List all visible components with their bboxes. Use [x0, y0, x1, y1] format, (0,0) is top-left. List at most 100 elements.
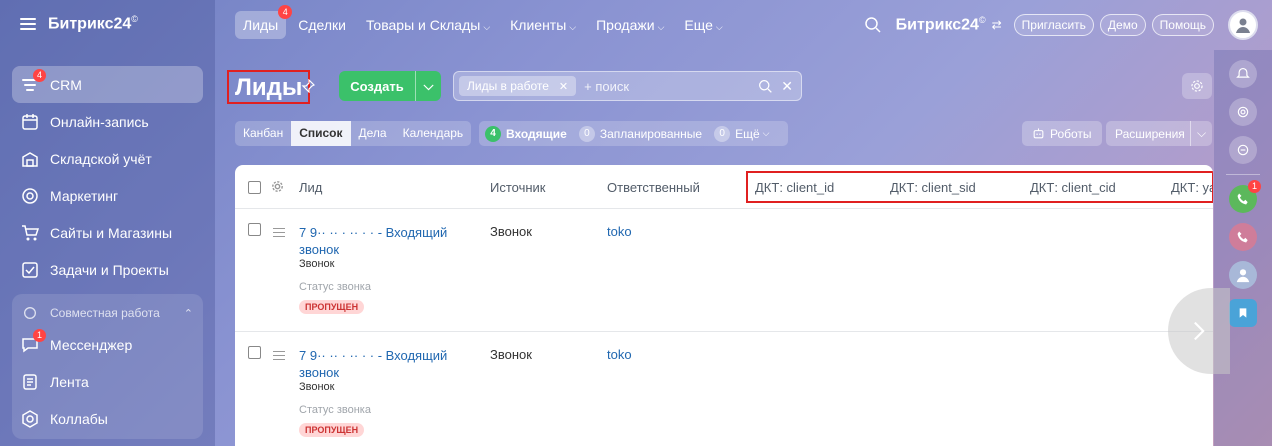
drag-handle-icon[interactable] [273, 228, 285, 237]
sidebar-item-label: CRM [50, 76, 82, 93]
top-right: Битрикс24© ⇄ Пригласить Демо Помощь [864, 0, 1272, 50]
lead-title-line1: 7 9·· ·· · ·· · · - Входящий [299, 348, 448, 363]
row-checkbox[interactable] [248, 346, 261, 359]
highlight-box [746, 171, 1213, 203]
column-header-source[interactable]: Источник [490, 180, 546, 195]
page-title: Лиды [227, 70, 311, 104]
menu-icon[interactable] [20, 18, 36, 30]
column-header-lead[interactable]: Лид [299, 180, 322, 195]
tab-sales[interactable]: Продажи ⌵ [588, 11, 672, 39]
sidebar-item-marketing[interactable]: Маркетинг [12, 177, 203, 214]
chevron-right-icon [1194, 321, 1205, 341]
calendar-icon [20, 112, 40, 132]
sidebar-item-collabs[interactable]: Коллабы [12, 400, 203, 437]
search-input[interactable] [584, 78, 745, 94]
counter-incoming[interactable]: 4 Входящие [485, 125, 567, 142]
bell-icon [1236, 67, 1250, 78]
invite-button[interactable]: Пригласить [1013, 14, 1094, 36]
extensions-dropdown[interactable]: ⌵ [1190, 121, 1212, 146]
counter-more[interactable]: 0 Ещё ⌵ [714, 125, 770, 142]
view-switcher: Канбан Список Дела Календарь [235, 121, 472, 146]
crm-icon: 4 [20, 68, 46, 95]
bookmark-button[interactable] [1229, 299, 1257, 327]
sidebar-item-messenger[interactable]: 1 Мессенджер [12, 326, 203, 363]
chevron-down-icon: ⌵ [569, 22, 577, 32]
brand-logo-top[interactable]: Битрикс24© [896, 15, 986, 34]
swap-icon[interactable]: ⇄ [992, 18, 1002, 32]
close-icon[interactable]: ✕ [559, 80, 568, 93]
grid-header: Лид Источник Ответственный ДКТ: client_i… [235, 165, 1213, 209]
search-icon[interactable] [758, 79, 773, 94]
sidebar-group-header[interactable]: Совместная работа ⌃ [12, 300, 203, 326]
filter-search-box[interactable]: Лиды в работе ✕ ✕ [453, 71, 802, 101]
right-rail: 1 [1214, 50, 1272, 446]
robots-button[interactable]: Роботы [1022, 121, 1102, 146]
sidebar-item-label: Маркетинг [50, 187, 119, 204]
sidebar-item-sites[interactable]: Сайты и Магазины [12, 214, 203, 251]
counters-bar: 4 Входящие 0 Запланированные 0 Ещё ⌵ [479, 121, 788, 146]
swirl-icon [1237, 106, 1249, 118]
view-tab-activities[interactable]: Дела [351, 121, 395, 146]
chevron-down-icon: ⌵ [715, 22, 723, 32]
brand-mark: © [131, 14, 138, 25]
responsible-link[interactable]: toko [607, 224, 632, 239]
responsible-link[interactable]: toko [607, 347, 632, 362]
warehouse-icon [20, 149, 40, 169]
call-status-label: Статус звонка [299, 404, 371, 416]
avatar[interactable] [1228, 10, 1258, 40]
select-all-checkbox[interactable] [248, 181, 261, 194]
sidebar-item-warehouse[interactable]: Складской учёт [12, 140, 203, 177]
tab-deals[interactable]: Сделки [290, 11, 354, 39]
messenger-badge: 1 [33, 328, 46, 342]
lead-cell: 7 9·· ·· · ·· · · - Входящий звонок Звоно… [299, 224, 469, 314]
pin-icon[interactable] [301, 79, 315, 93]
lead-link[interactable]: 7 9·· ·· · ·· · · - Входящий звонок [299, 347, 469, 381]
chat-icon: 1 [20, 328, 46, 355]
filter-tag[interactable]: Лиды в работе ✕ [459, 76, 577, 96]
create-button[interactable]: Создать ⌵ [339, 71, 441, 101]
chevron-up-icon[interactable]: ⌃ [184, 307, 193, 320]
drag-handle-icon[interactable] [273, 351, 285, 360]
tab-products[interactable]: Товары и Склады ⌵ [358, 11, 498, 39]
view-tab-list[interactable]: Список [291, 121, 351, 146]
contact-avatar[interactable] [1229, 261, 1257, 289]
view-tab-calendar[interactable]: Календарь [395, 121, 472, 146]
table-row[interactable]: 7 9·· ·· · ·· · · - Входящий звонок Звоно… [235, 332, 1213, 446]
sidebar-item-feed[interactable]: Лента [12, 363, 203, 400]
help-button[interactable]: Помощь [1151, 14, 1214, 36]
tab-clients[interactable]: Клиенты ⌵ [502, 11, 584, 39]
chevron-down-icon: ⌵ [657, 22, 665, 32]
demo-button[interactable]: Демо [1099, 14, 1146, 36]
counter-label: Входящие [506, 126, 567, 141]
brand-logo[interactable]: Битрикс24© [48, 14, 138, 33]
sidebar-item-crm[interactable]: 4 CRM [12, 66, 203, 103]
table-row[interactable]: 7 9·· ·· · ·· · · - Входящий звонок Звоно… [235, 209, 1213, 332]
crm-badge: 4 [33, 68, 46, 82]
create-dropdown[interactable]: ⌵ [415, 71, 441, 101]
clear-icon[interactable]: ✕ [781, 78, 793, 95]
column-header-responsible[interactable]: Ответственный [607, 180, 700, 195]
copilot-button[interactable] [1229, 98, 1257, 126]
view-tab-kanban[interactable]: Канбан [235, 121, 291, 146]
row-checkbox[interactable] [248, 223, 261, 236]
notifications-button[interactable] [1229, 60, 1257, 88]
settings-button[interactable] [1182, 73, 1212, 99]
call-button[interactable]: 1 [1229, 180, 1261, 213]
counter-number: 0 [714, 125, 731, 142]
missed-call-button[interactable] [1229, 223, 1257, 251]
gear-icon[interactable] [271, 180, 284, 193]
sidebar-item-label: Мессенджер [50, 336, 133, 353]
counter-planned[interactable]: 0 Запланированные [578, 125, 702, 142]
tab-more[interactable]: Еще ⌵ [676, 11, 730, 39]
tab-label: Еще [684, 17, 713, 33]
chat-button[interactable] [1229, 136, 1257, 164]
gear-icon [1191, 80, 1203, 92]
search-icon[interactable] [864, 16, 882, 34]
robots-label: Роботы [1050, 126, 1092, 141]
lead-cell: 7 9·· ·· · ·· · · - Входящий звонок Звоно… [299, 347, 469, 437]
sidebar-item-booking[interactable]: Онлайн-запись [12, 103, 203, 140]
lead-link[interactable]: 7 9·· ·· · ·· · · - Входящий звонок [299, 224, 469, 258]
extensions-button[interactable]: Расширения ⌵ [1106, 121, 1212, 146]
sidebar-item-tasks[interactable]: Задачи и Проекты [12, 251, 203, 288]
tab-leads[interactable]: Лиды 4 [235, 5, 293, 39]
